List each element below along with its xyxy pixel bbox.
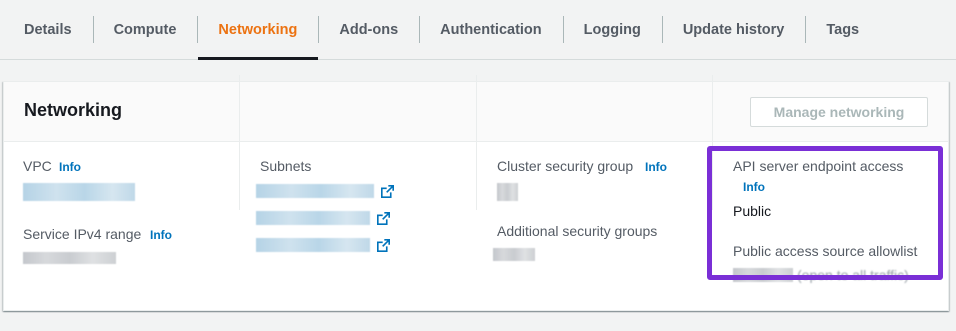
public-access-allowlist-value-suffix: (open to all traffic) (797, 267, 909, 283)
subnets-label: Subnets (260, 158, 312, 174)
public-access-allowlist-value-redacted (733, 268, 793, 282)
manage-networking-button[interactable]: Manage networking (750, 97, 928, 127)
cluster-security-group-label: Cluster security group (497, 158, 634, 174)
tab-tags[interactable]: Tags (805, 0, 880, 59)
tab-networking[interactable]: Networking (197, 0, 319, 60)
tab-compute[interactable]: Compute (92, 0, 198, 59)
subnet-item-redacted[interactable] (256, 184, 374, 198)
tab-update-history[interactable]: Update history (661, 0, 806, 59)
tab-authentication[interactable]: Authentication (419, 0, 563, 59)
panel-title: Networking (24, 100, 123, 120)
vpc-value-redacted[interactable] (23, 183, 135, 201)
public-access-allowlist-label: Public access source allowlist (733, 243, 918, 259)
tab-add-ons[interactable]: Add-ons (318, 0, 419, 59)
api-endpoint-access-info-link[interactable]: Info (743, 180, 765, 194)
tab-logging[interactable]: Logging (562, 0, 662, 59)
tab-details[interactable]: Details (0, 0, 93, 59)
external-link-icon[interactable] (377, 239, 390, 252)
column-divider (476, 75, 477, 210)
service-ipv4-value-redacted (23, 252, 116, 264)
subnet-item-redacted[interactable] (256, 238, 370, 252)
cluster-security-group-value-redacted[interactable] (497, 183, 518, 201)
api-endpoint-access-value: Public (733, 203, 772, 219)
external-link-icon[interactable] (381, 185, 394, 198)
cluster-security-group-info-link[interactable]: Info (645, 160, 667, 174)
subnet-item-redacted[interactable] (256, 211, 370, 225)
additional-security-groups-value-redacted (493, 248, 535, 261)
additional-security-groups-label: Additional security groups (497, 223, 658, 239)
column-divider (239, 75, 240, 210)
tab-bar: Details Compute Networking Add-ons Authe… (0, 0, 956, 60)
service-ipv4-label: Service IPv4 range (23, 226, 142, 242)
vpc-info-link[interactable]: Info (59, 160, 81, 174)
column-divider (712, 75, 713, 210)
external-link-icon[interactable] (377, 212, 390, 225)
service-ipv4-info-link[interactable]: Info (150, 228, 172, 242)
vpc-label: VPC (23, 158, 52, 174)
api-endpoint-access-label: API server endpoint access (733, 158, 904, 174)
